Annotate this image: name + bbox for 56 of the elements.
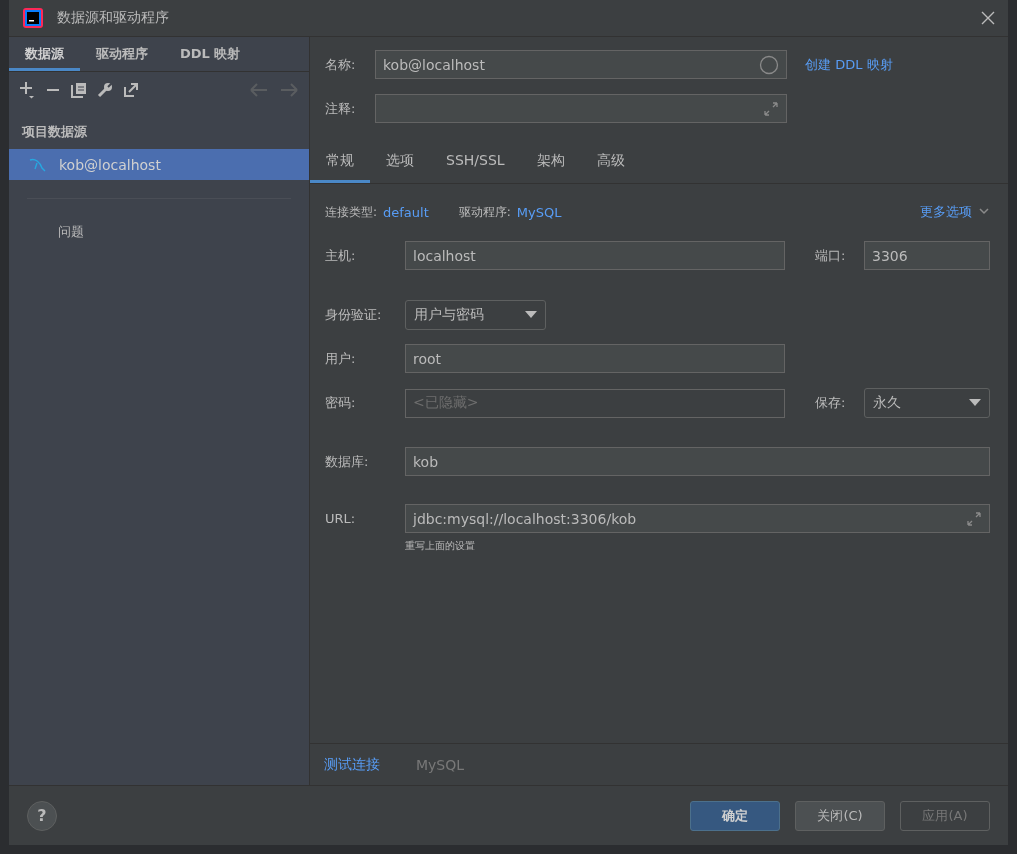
- field-label: 身份验证:: [325, 306, 383, 324]
- dropdown-caret-icon: [525, 311, 537, 319]
- dialog-button[interactable]: 关闭(C): [795, 800, 885, 831]
- field-label: 名称:: [325, 55, 357, 74]
- field-label: 主机:: [325, 246, 357, 265]
- expand-icon[interactable]: [763, 100, 779, 117]
- chevron-down-icon: [978, 207, 990, 217]
- url-field[interactable]: jdbc:mysql://localhost:3306/kob: [405, 504, 990, 533]
- add-icon[interactable]: [19, 81, 35, 99]
- copy-icon[interactable]: [71, 82, 87, 98]
- sidebar-tab[interactable]: 数据源: [9, 37, 80, 71]
- host-field[interactable]: localhost: [405, 241, 785, 270]
- comment-field[interactable]: [375, 94, 787, 123]
- field-label: 保存:: [815, 394, 847, 412]
- back-arrow-icon[interactable]: [249, 82, 269, 98]
- tab[interactable]: SSH/SSL: [430, 142, 521, 183]
- expand-icon[interactable]: [966, 510, 982, 527]
- auth-dropdown[interactable]: 用户与密码: [405, 300, 546, 330]
- field-label: URL:: [325, 511, 357, 526]
- field-label: 数据库:: [325, 452, 370, 471]
- user-field[interactable]: root: [405, 344, 785, 373]
- database-field[interactable]: kob: [405, 447, 990, 476]
- create-ddl-link[interactable]: 创建 DDL 映射: [805, 55, 893, 74]
- section-header: 项目数据源: [20, 123, 88, 141]
- name-field[interactable]: kob@localhost: [375, 50, 787, 79]
- url-hint: 重写上面的设置: [405, 539, 476, 553]
- tab[interactable]: 高级: [580, 142, 641, 183]
- datasource-item[interactable]: kob@localhost: [9, 149, 309, 180]
- more-options-link[interactable]: 更多选项: [920, 203, 972, 221]
- window-title: 数据源和驱动程序: [57, 9, 170, 27]
- sidebar-tab[interactable]: DDL 映射: [164, 37, 257, 71]
- tab[interactable]: 架构: [520, 142, 581, 183]
- field-label: 端口:: [815, 246, 847, 265]
- sidebar-tab[interactable]: 驱动程序: [80, 37, 164, 71]
- test-connection-link[interactable]: 测试连接: [324, 755, 380, 774]
- port-field[interactable]: 3306: [864, 241, 990, 270]
- connection-type-link[interactable]: default: [383, 204, 429, 220]
- field-label: 用户:: [325, 349, 357, 368]
- help-button[interactable]: ?: [27, 800, 57, 831]
- driver-name: MySQL: [416, 756, 465, 773]
- jump-icon[interactable]: [123, 82, 139, 98]
- field-label: 密码:: [325, 394, 357, 412]
- ok-button[interactable]: 确定: [690, 800, 780, 831]
- info-label: 驱动程序:: [458, 203, 511, 221]
- dropdown-caret-icon: [969, 399, 981, 407]
- save-dropdown[interactable]: 永久: [864, 388, 990, 418]
- circle-icon: [759, 54, 779, 75]
- app-logo-icon: [23, 8, 43, 28]
- driver-link[interactable]: MySQL: [516, 204, 562, 220]
- problems-item[interactable]: 问题: [9, 199, 309, 241]
- tab[interactable]: 常规: [310, 142, 370, 183]
- wrench-icon[interactable]: [97, 82, 113, 98]
- forward-arrow-icon[interactable]: [279, 82, 299, 98]
- info-label: 连接类型:: [325, 203, 378, 221]
- field-label: 注释:: [325, 99, 357, 118]
- tab[interactable]: 选项: [370, 142, 430, 183]
